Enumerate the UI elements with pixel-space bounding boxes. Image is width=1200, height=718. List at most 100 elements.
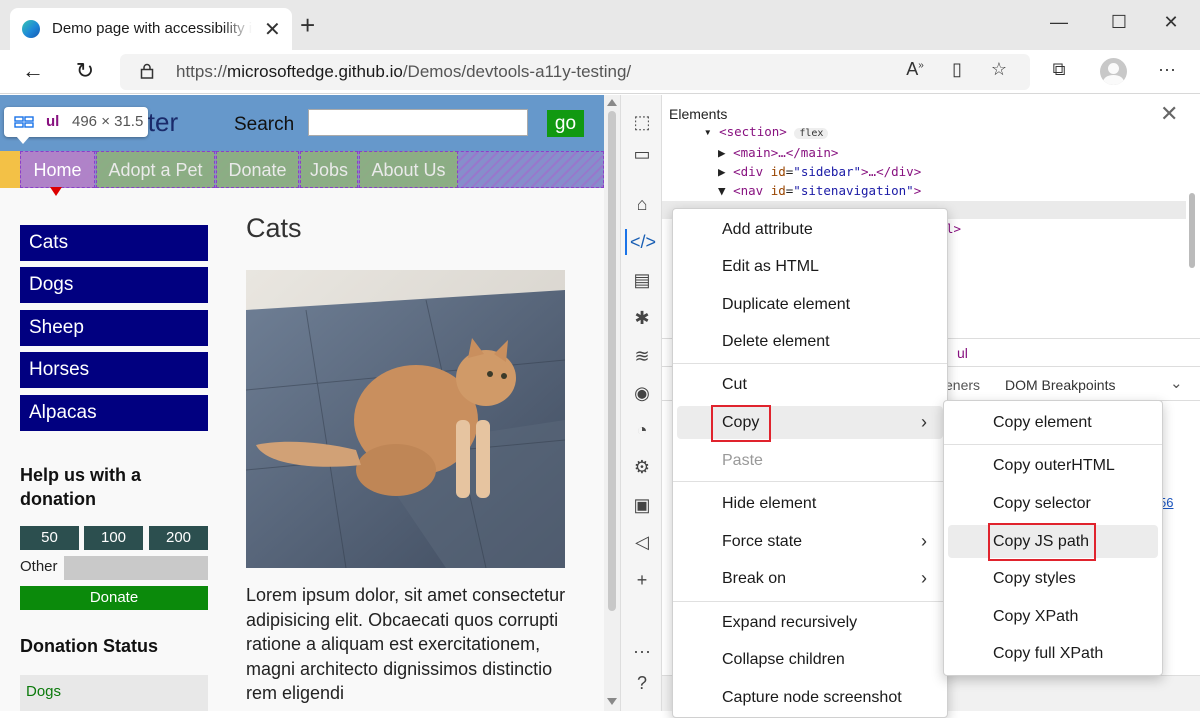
nav-item-home[interactable]: Home xyxy=(20,151,95,188)
immersive-reader-icon[interactable]: ▯ xyxy=(944,59,970,80)
sidebar-item-dogs[interactable]: Dogs xyxy=(20,267,208,303)
menu-item-edit-as-html[interactable]: Edit as HTML xyxy=(677,250,943,283)
amount-button-200[interactable]: 200 xyxy=(149,526,208,550)
new-tab-button[interactable]: + xyxy=(300,12,315,38)
copy-highlight-box xyxy=(711,405,771,442)
console-icon[interactable]: ▤ xyxy=(629,267,655,293)
back-icon[interactable]: ← xyxy=(18,58,48,84)
menu-item-collapse-children[interactable]: Collapse children xyxy=(677,643,943,676)
performance-bulb-icon[interactable]: ◉ xyxy=(629,380,655,406)
menu-item-paste: Paste xyxy=(722,452,763,469)
flex-badge[interactable]: flex xyxy=(794,128,829,139)
nav-item-jobs[interactable]: Jobs xyxy=(300,151,358,188)
nav-item-donate[interactable]: Donate xyxy=(216,151,299,188)
more-options-icon[interactable]: ··· xyxy=(629,638,655,664)
minimize-icon[interactable]: — xyxy=(1044,12,1074,33)
menu-item-break-on[interactable]: Break on › xyxy=(677,562,943,595)
sidebar-item-alpacas[interactable]: Alpacas xyxy=(20,395,208,431)
sources-bug-icon[interactable]: ✱ xyxy=(629,305,655,331)
tab-dom-breakpoints[interactable]: DOM Breakpoints xyxy=(1005,377,1115,393)
menu-item-hide-element[interactable]: Hide element xyxy=(677,487,943,520)
sidebar-item-sheep[interactable]: Sheep xyxy=(20,310,208,346)
profile-avatar[interactable] xyxy=(1100,58,1127,85)
add-favorite-icon[interactable]: ☆ xyxy=(986,59,1012,80)
search-input[interactable] xyxy=(308,109,528,136)
amount-button-100[interactable]: 100 xyxy=(84,526,143,550)
amount-button-50[interactable]: 50 xyxy=(20,526,79,550)
tab-event-listeners[interactable]: eners xyxy=(945,377,980,393)
tab-close-icon[interactable]: ✕ xyxy=(264,17,281,42)
layout-icon xyxy=(14,116,34,128)
menu-item-cut[interactable]: Cut xyxy=(677,368,943,401)
search-label: Search xyxy=(234,114,295,135)
page-scroll-thumb[interactable] xyxy=(608,111,616,611)
read-aloud-icon[interactable]: A» xyxy=(902,59,928,80)
dom-node-tail: l> xyxy=(946,221,962,236)
menu-item-duplicate-element[interactable]: Duplicate element xyxy=(677,288,943,321)
web-page: lter Search go Home Adopt a Pet Donate J… xyxy=(0,95,604,711)
memory-chip-icon[interactable]: ⚙ xyxy=(629,454,655,480)
chevron-right-icon: › xyxy=(921,568,927,588)
help-icon[interactable]: ? xyxy=(629,670,655,696)
submenu-item-copy-selector[interactable]: Copy selector xyxy=(948,487,1158,520)
submenu-item-copy-styles[interactable]: Copy styles xyxy=(948,562,1158,595)
chevron-right-icon: › xyxy=(921,531,927,551)
settings-menu-icon[interactable]: ··· xyxy=(1154,59,1180,80)
speed-gauge-icon[interactable]: ◔ xyxy=(629,417,655,443)
menu-item-add-attribute[interactable]: Add attribute xyxy=(677,213,943,246)
refresh-icon[interactable]: ↻ xyxy=(70,58,100,84)
submenu-item-copy-xpath[interactable]: Copy XPath xyxy=(948,600,1158,633)
menu-item-expand-recursively[interactable]: Expand recursively xyxy=(677,606,943,639)
sidebar-item-cats[interactable]: Cats xyxy=(20,225,208,261)
breadcrumb-item-ul[interactable]: ul xyxy=(957,345,968,361)
tabs-overflow-chevron-icon[interactable]: ⌄ xyxy=(1170,374,1183,392)
menu-item-force-state[interactable]: Force state › xyxy=(677,525,943,558)
browser-tab[interactable]: Demo page with accessibility issues ✕ xyxy=(10,8,292,50)
window-close-icon[interactable]: ✕ xyxy=(1156,12,1186,33)
dom-tree-scroll-thumb[interactable] xyxy=(1189,193,1195,268)
nav-item-adopt-a-pet[interactable]: Adopt a Pet xyxy=(96,151,215,188)
dom-node-main[interactable]: ▶ <main>…</main> xyxy=(718,145,838,160)
browser-tab-bar: Demo page with accessibility issues ✕ + … xyxy=(0,0,1200,50)
scroll-up-arrow-icon[interactable] xyxy=(607,99,617,106)
focus-marker xyxy=(50,187,62,196)
donation-heading: Help us with a donation xyxy=(20,465,142,509)
more-tools-plus-icon[interactable]: + xyxy=(629,567,655,593)
device-emulation-icon[interactable]: ▭ xyxy=(629,141,655,167)
sidebar-item-horses[interactable]: Horses xyxy=(20,352,208,388)
dom-node-nav[interactable]: ▼ <nav id="sitenavigation"> xyxy=(718,183,921,198)
dom-node-sidebar[interactable]: ▶ <div id="sidebar">…</div> xyxy=(718,164,921,179)
scroll-down-arrow-icon[interactable] xyxy=(607,698,617,705)
menu-item-delete-element[interactable]: Delete element xyxy=(677,325,943,358)
donate-button[interactable]: Donate xyxy=(20,586,208,610)
inspect-element-icon[interactable]: ⬚ xyxy=(629,109,655,135)
dom-node-section[interactable]: ▾ <section> flex xyxy=(704,124,829,139)
go-button[interactable]: go xyxy=(547,110,584,137)
devtools-close-icon[interactable]: ✕ xyxy=(1160,101,1178,127)
other-amount-label: Other xyxy=(20,558,58,575)
collections-icon[interactable]: ⧉ xyxy=(1046,59,1072,80)
donation-status-list: Dogs xyxy=(20,675,208,711)
menu-item-capture-node-screenshot[interactable]: Capture node screenshot xyxy=(677,681,943,714)
inspect-tooltip: ul 496 × 31.5 xyxy=(4,107,148,137)
other-amount-input[interactable] xyxy=(64,556,208,580)
context-menu: Add attribute Edit as HTML Duplicate ele… xyxy=(672,208,948,718)
tooltip-tag: ul xyxy=(46,113,60,130)
url-field[interactable]: https://microsoftedge.github.io/Demos/de… xyxy=(120,54,1030,90)
submenu-item-copy-outerhtml[interactable]: Copy outerHTML xyxy=(948,449,1158,482)
submenu-item-copy-full-xpath[interactable]: Copy full XPath xyxy=(948,637,1158,670)
maximize-icon[interactable]: ☐ xyxy=(1104,12,1134,33)
submenu-item-copy-element[interactable]: Copy element xyxy=(948,406,1158,439)
elements-tool-icon[interactable]: </> xyxy=(625,229,659,255)
welcome-home-icon[interactable]: ⌂ xyxy=(629,191,655,217)
application-window-icon[interactable]: ▣ xyxy=(629,492,655,518)
copy-submenu: Copy element Copy outerHTML Copy selecto… xyxy=(943,400,1163,676)
menu-separator xyxy=(673,601,947,602)
page-scrollbar[interactable] xyxy=(604,95,620,711)
audio-speaker-icon[interactable]: ◁ xyxy=(629,529,655,555)
nav-item-about-us[interactable]: About Us xyxy=(359,151,458,188)
tab-title: Demo page with accessibility issues xyxy=(52,20,252,37)
address-toolbar: ← ↻ https://microsoftedge.github.io/Demo… xyxy=(0,50,1200,94)
network-wifi-icon[interactable]: ≋ xyxy=(629,343,655,369)
tooltip-arrow xyxy=(16,136,30,144)
